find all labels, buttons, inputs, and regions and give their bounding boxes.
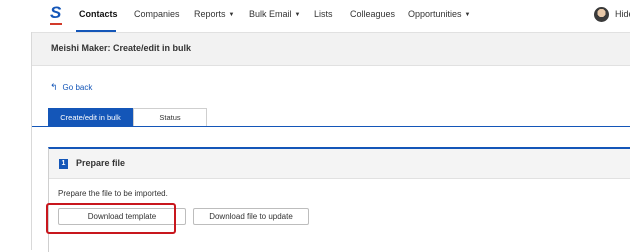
top-nav: S Contacts Companies Reports ▼ Bulk Email…: [31, 0, 630, 32]
avatar[interactable]: [594, 7, 609, 22]
chevron-down-icon: ▼: [294, 12, 301, 18]
step-number-badge: 1: [59, 159, 68, 169]
nav-contacts[interactable]: Contacts: [79, 9, 118, 19]
tab-divider: [32, 126, 630, 127]
chevron-down-icon: ▼: [228, 12, 235, 18]
nav-reports-label: Reports: [194, 9, 226, 19]
tab-status[interactable]: Status: [133, 108, 207, 126]
nav-opportunities-label: Opportunities: [408, 9, 462, 19]
user-name[interactable]: Hide: [615, 9, 630, 19]
go-back-label: Go back: [62, 83, 93, 92]
prepare-file-section: 1 Prepare file Prepare the file to be im…: [48, 147, 630, 252]
chevron-down-icon: ▼: [464, 12, 471, 18]
go-back-link[interactable]: ↰ Go back: [50, 82, 92, 93]
page-header: Meishi Maker: Create/edit in bulk: [32, 32, 630, 66]
nav-companies[interactable]: Companies: [134, 9, 180, 19]
section-header: 1 Prepare file: [49, 149, 630, 179]
page-title: Meishi Maker: Create/edit in bulk: [51, 43, 192, 53]
section-description: Prepare the file to be imported.: [58, 189, 168, 198]
logo-icon[interactable]: S: [49, 3, 63, 25]
section-title: Prepare file: [76, 158, 126, 168]
main-content: Meishi Maker: Create/edit in bulk ↰ Go ba…: [31, 32, 630, 252]
nav-lists[interactable]: Lists: [314, 9, 333, 19]
download-template-button[interactable]: Download template: [58, 208, 186, 225]
tab-create-edit-bulk[interactable]: Create/edit in bulk: [48, 108, 133, 126]
download-file-to-update-button[interactable]: Download file to update: [193, 208, 309, 225]
nav-bulk-email[interactable]: Bulk Email ▼: [249, 9, 300, 19]
nav-colleagues[interactable]: Colleagues: [350, 9, 395, 19]
nav-opportunities[interactable]: Opportunities ▼: [408, 9, 470, 19]
go-back-arrow-icon: ↰: [50, 82, 58, 92]
nav-reports[interactable]: Reports ▼: [194, 9, 234, 19]
nav-bulk-email-label: Bulk Email: [249, 9, 292, 19]
